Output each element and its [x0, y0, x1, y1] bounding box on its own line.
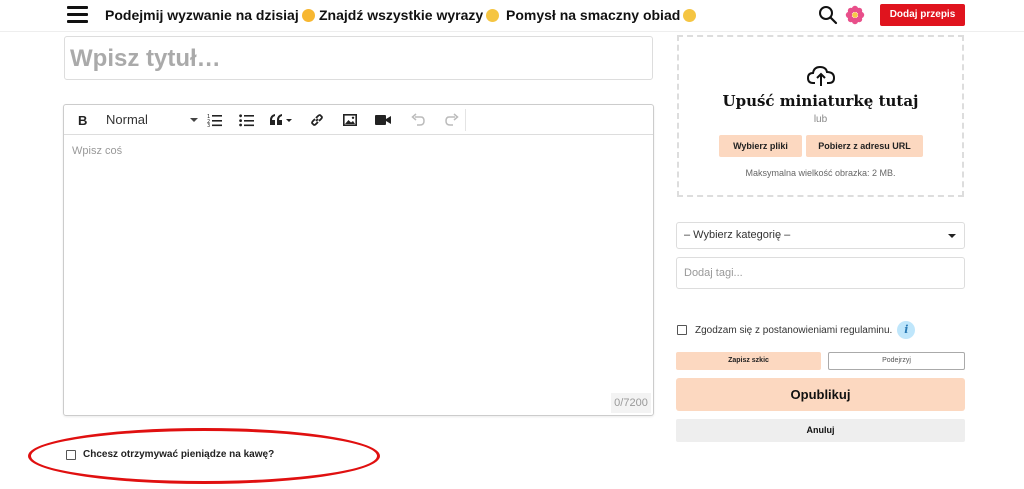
coffee-donations-row: Chcesz otrzymywać pieniądze na kawę? — [66, 449, 274, 460]
coffee-donations-label: Chcesz otrzymywać pieniądze na kawę? — [83, 449, 275, 460]
party-face-icon — [301, 9, 315, 22]
terms-row: Zgodzam się z postanowieniami regulaminu… — [677, 321, 916, 339]
nav-link-find-words[interactable]: Znajdź wszystkie wyrazy — [319, 7, 500, 23]
character-counter: 0/7200 — [611, 393, 651, 413]
ordered-list-icon[interactable]: 123 — [206, 110, 224, 130]
thumbnail-dropzone[interactable]: Upuść miniaturkę tutaj lub Wybierz pliki… — [677, 35, 964, 197]
cloud-upload-icon — [806, 64, 836, 88]
chevron-down-icon — [190, 118, 198, 122]
nav-link-daily-challenge[interactable]: Podejmij wyzwanie na dzisiaj — [105, 7, 315, 23]
redo-icon[interactable] — [444, 110, 460, 130]
fetch-from-url-button[interactable]: Pobierz z adresu URL — [806, 135, 923, 157]
top-navbar: Podejmij wyzwanie na dzisiaj Znajdź wszy… — [0, 0, 1024, 32]
hamburger-menu-icon[interactable] — [67, 6, 88, 23]
svg-text:B: B — [78, 113, 87, 127]
undo-icon[interactable] — [410, 110, 426, 130]
paragraph-format-select[interactable]: Normal — [106, 110, 198, 130]
dropzone-title: Upuść miniaturkę tutaj — [722, 92, 919, 110]
user-avatar-flower-icon[interactable] — [845, 5, 865, 25]
nav-link-dinner-idea[interactable]: Pomysł na smaczny obiad — [506, 7, 697, 23]
smirk-face-icon — [486, 9, 500, 22]
add-recipe-button[interactable]: Dodaj przepis — [880, 4, 965, 26]
tags-input[interactable]: Dodaj tagi... — [676, 257, 965, 289]
choose-files-button[interactable]: Wybierz pliki — [719, 135, 802, 157]
category-select[interactable]: – Wybierz kategorię – — [676, 222, 965, 249]
toolbar-divider — [465, 109, 466, 131]
search-icon[interactable] — [818, 5, 838, 25]
title-input[interactable]: Wpisz tytuł… — [64, 36, 653, 80]
info-icon[interactable]: i — [897, 321, 916, 339]
nav-link-label: Podejmij wyzwanie na dzisiaj — [105, 7, 299, 23]
category-select-value: – Wybierz kategorię – — [684, 229, 791, 241]
bold-icon[interactable]: B — [76, 110, 90, 130]
chevron-down-icon — [948, 234, 956, 238]
publish-button[interactable]: Opublikuj — [676, 378, 965, 411]
rich-text-editor: B Normal 123 Wpisz coś 0/7200 — [63, 104, 654, 416]
terms-label: Zgodzam się z postanowieniami regulaminu… — [695, 324, 893, 336]
smile-face-icon — [683, 9, 697, 22]
nav-link-label: Pomysł na smaczny obiad — [506, 7, 681, 23]
dropzone-or-label: lub — [813, 114, 828, 125]
nav-link-label: Znajdź wszystkie wyrazy — [319, 7, 484, 23]
paragraph-format-value: Normal — [106, 112, 148, 127]
editor-body-input[interactable]: Wpisz coś — [72, 145, 122, 157]
bullet-list-icon[interactable] — [238, 110, 256, 130]
editor-toolbar: B Normal 123 — [64, 105, 653, 135]
save-draft-button[interactable]: Zapisz szkic — [676, 352, 821, 370]
preview-button[interactable]: Podejrzyj — [828, 352, 965, 370]
cancel-button[interactable]: Anuluj — [676, 419, 965, 442]
image-icon[interactable] — [342, 110, 358, 130]
max-size-note: Maksymalna wielkość obrazka: 2 MB. — [745, 168, 896, 178]
video-icon[interactable] — [374, 110, 392, 130]
link-icon[interactable] — [309, 110, 325, 130]
coffee-donations-checkbox[interactable] — [66, 449, 76, 460]
terms-checkbox[interactable] — [677, 325, 687, 335]
svg-text:3: 3 — [207, 123, 210, 127]
blockquote-icon[interactable] — [268, 110, 294, 130]
